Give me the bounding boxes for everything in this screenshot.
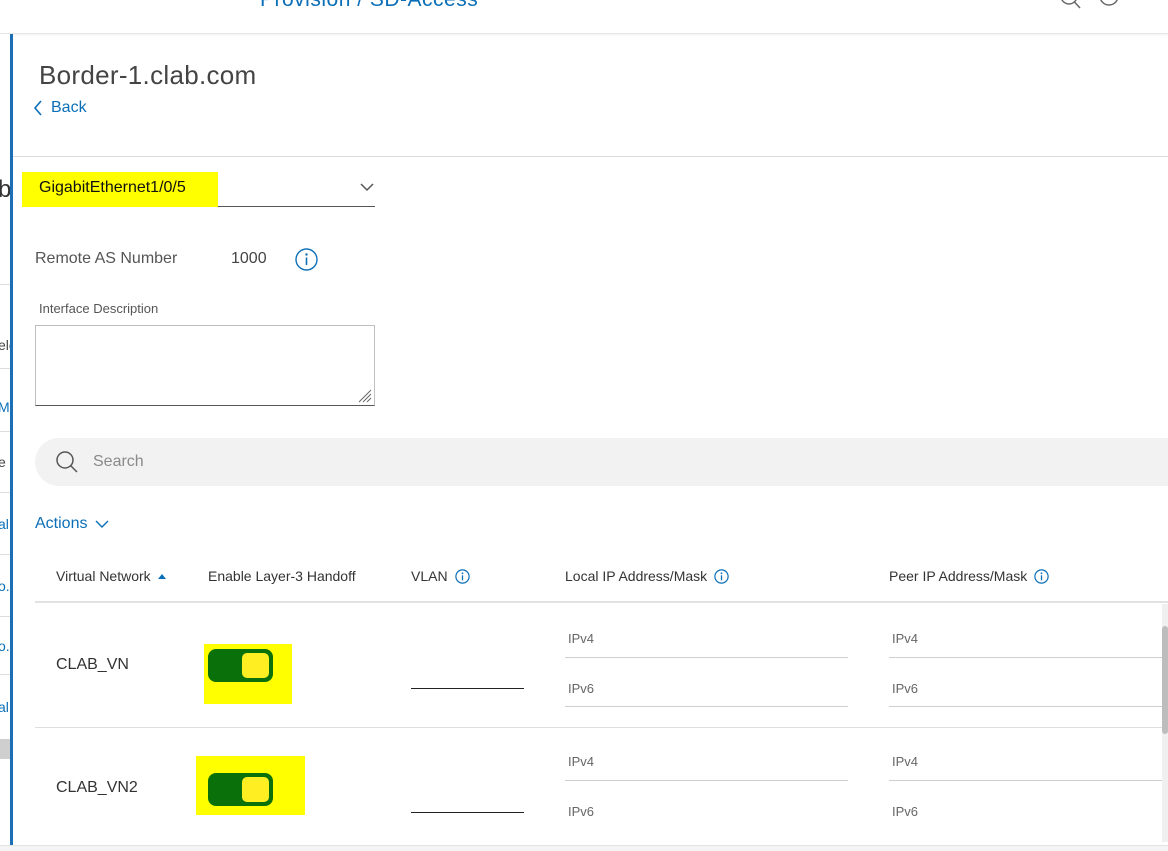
- column-header-peer-ip: Peer IP Address/Mask: [889, 568, 1049, 584]
- virtual-network-name: CLAB_VN: [56, 656, 129, 673]
- left-panel-fragment: b: [0, 176, 10, 203]
- info-icon[interactable]: [454, 568, 470, 584]
- back-label: Back: [51, 99, 87, 116]
- local-ipv4-field[interactable]: IPv4: [568, 754, 594, 769]
- toggle-knob: [242, 653, 269, 678]
- resize-handle-icon[interactable]: [356, 387, 372, 403]
- table-header-divider: [35, 601, 1168, 603]
- layer3-handoff-toggle[interactable]: [208, 773, 273, 806]
- toggle-knob: [242, 777, 269, 802]
- local-ipv6-field[interactable]: IPv6: [568, 804, 594, 819]
- top-header: Provision / SD-Access: [0, 0, 1168, 34]
- notifications-icon[interactable]: [1137, 0, 1159, 10]
- actions-menu[interactable]: Actions: [35, 515, 109, 533]
- peer-ipv6-field[interactable]: IPv6: [892, 681, 918, 696]
- row-divider: [35, 727, 1168, 728]
- column-header-local-ip: Local IP Address/Mask: [565, 568, 729, 584]
- column-header-label: Virtual Network: [56, 568, 151, 584]
- interface-select-value: GigabitEthernet1/0/5: [39, 179, 186, 196]
- border-device-page: Provision / SD-Access b ele M e al o. o.…: [0, 0, 1168, 851]
- left-panel-fragment: ele: [0, 337, 10, 353]
- remote-as-label: Remote AS Number: [35, 250, 178, 267]
- left-panel-fragment[interactable]: o.: [0, 578, 10, 594]
- vlan-input[interactable]: [411, 688, 524, 689]
- local-ipv6-field[interactable]: IPv6: [568, 681, 594, 696]
- help-icon[interactable]: [1098, 0, 1120, 10]
- info-icon[interactable]: [714, 568, 729, 584]
- column-header-vlan: VLAN: [411, 568, 470, 584]
- interface-select[interactable]: GigabitEthernet1/0/5: [22, 172, 375, 207]
- left-panel-fragment: e: [0, 454, 6, 470]
- chevron-down-icon: [360, 183, 374, 192]
- left-panel: b ele M e al o. o. al: [0, 34, 10, 851]
- info-icon[interactable]: [295, 248, 318, 271]
- remote-as-value: 1000: [231, 250, 267, 267]
- info-icon[interactable]: [1034, 568, 1049, 584]
- divider: [13, 156, 1168, 157]
- search-bar: [35, 438, 1168, 486]
- left-panel-fragment[interactable]: M: [0, 399, 10, 415]
- search-icon: [56, 451, 78, 473]
- back-link[interactable]: Back: [33, 99, 87, 117]
- chevron-left-icon: [33, 100, 42, 116]
- interface-description-field[interactable]: [35, 325, 375, 406]
- column-header-label: Local IP Address/Mask: [565, 568, 708, 584]
- column-header-label: Enable Layer-3 Handoff: [208, 568, 356, 584]
- vlan-input[interactable]: [411, 812, 524, 813]
- table-scrollbar[interactable]: [1162, 604, 1168, 842]
- sort-ascending-icon: [157, 573, 166, 579]
- interface-description-label: Interface Description: [39, 301, 159, 316]
- column-header-virtual-network[interactable]: Virtual Network: [56, 568, 166, 584]
- peer-ipv6-field[interactable]: IPv6: [892, 804, 918, 819]
- local-ipv4-field[interactable]: IPv4: [568, 631, 594, 646]
- left-panel-fragment[interactable]: al: [0, 516, 9, 532]
- breadcrumb[interactable]: Provision / SD-Access: [260, 0, 478, 12]
- chevron-down-icon: [95, 520, 109, 528]
- virtual-network-name: CLAB_VN2: [56, 779, 138, 796]
- scrollbar-thumb[interactable]: [1162, 626, 1168, 734]
- peer-ipv4-field[interactable]: IPv4: [892, 631, 918, 646]
- search-input[interactable]: [93, 438, 1093, 486]
- column-header-label: Peer IP Address/Mask: [889, 568, 1028, 584]
- column-header-label: VLAN: [411, 568, 448, 584]
- layer3-handoff-toggle[interactable]: [208, 649, 273, 682]
- actions-label: Actions: [35, 515, 88, 532]
- column-header-enable-handoff: Enable Layer-3 Handoff: [208, 568, 356, 584]
- peer-ipv4-field[interactable]: IPv4: [892, 754, 918, 769]
- left-panel-fragment[interactable]: o.: [0, 638, 10, 654]
- device-title: Border-1.clab.com: [39, 60, 257, 90]
- footer-edge: [0, 845, 1168, 851]
- left-panel-fragment[interactable]: al: [0, 699, 9, 715]
- search-icon[interactable]: [1059, 0, 1081, 10]
